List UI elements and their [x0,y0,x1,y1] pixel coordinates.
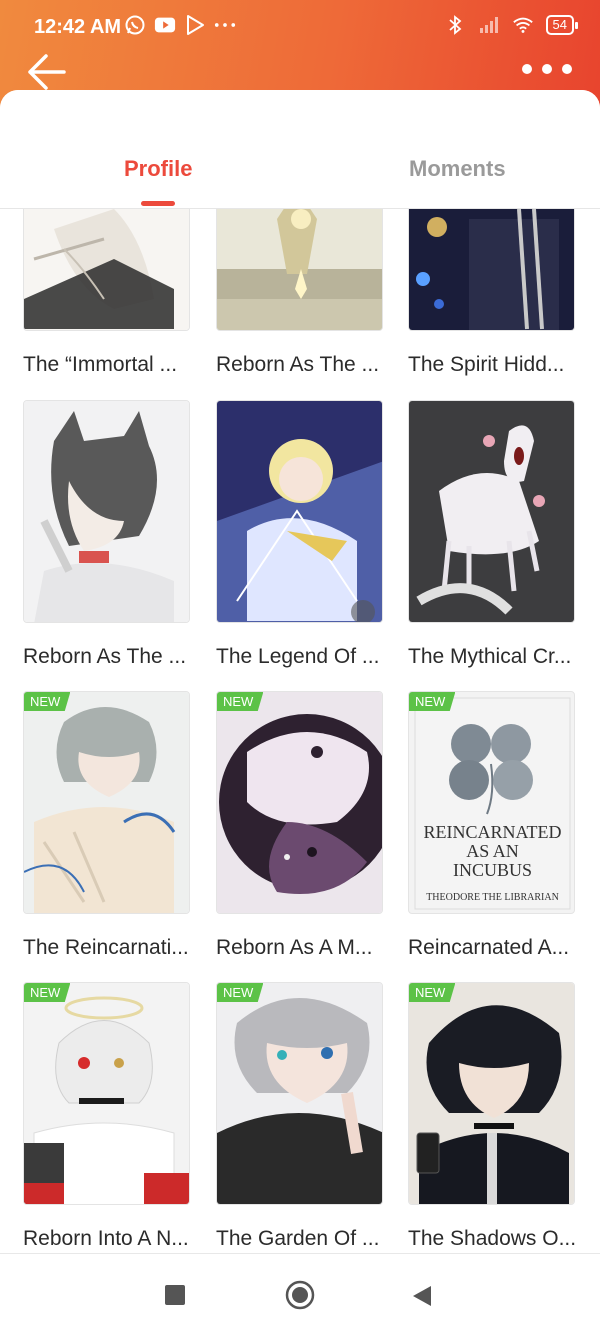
book-title[interactable]: The Shadows O... [408,1227,576,1251]
tab-profile[interactable]: Profile [124,156,192,182]
book-cover[interactable]: NEW [23,691,190,914]
new-badge: NEW [217,983,264,1002]
book-title[interactable]: The Mythical Cr... [408,645,571,669]
book-title[interactable]: Reborn Into A N... [23,1227,189,1251]
book-cover[interactable]: NEW [216,691,383,914]
book-title[interactable]: Reborn As The ... [23,645,186,669]
cover-title-line: INCUBUS [452,860,532,880]
battery-icon: 54 [545,15,579,35]
status-time: 12:42 AM [34,16,122,38]
book-cover[interactable]: REINCARNATED AS AN INCUBUS THEODORE THE … [408,691,575,914]
cover-title-line: REINCARNATED [423,822,562,842]
book-cover[interactable] [23,208,190,331]
back-button[interactable] [26,52,70,92]
new-badge: NEW [409,692,456,711]
book-cover[interactable] [408,400,575,623]
new-badge: NEW [24,692,71,711]
new-badge: NEW [217,692,264,711]
book-cover[interactable] [408,208,575,331]
status-bar: 12:42 AM 54 [0,0,600,56]
book-title[interactable]: The Spirit Hidd... [408,353,564,377]
book-cover[interactable] [216,400,383,623]
youtube-icon [154,14,176,36]
whatsapp-icon [124,14,146,36]
book-cover[interactable] [23,400,190,623]
book-title[interactable]: The “Immortal ... [23,353,177,377]
more-options-button[interactable] [522,64,572,74]
tab-moments[interactable]: Moments [409,156,506,182]
book-title[interactable]: The Garden Of ... [216,1227,379,1251]
bluetooth-icon [444,14,466,36]
cover-author: THEODORE THE LIBRARIAN [426,892,559,903]
circle-icon[interactable] [285,1280,315,1310]
play-store-icon [184,14,206,36]
signal-icon [478,14,500,36]
book-cover[interactable] [216,208,383,331]
new-badge: NEW [409,983,456,1002]
arrow-left-icon [28,54,66,90]
book-grid: The “Immortal ... Reborn As The ... The … [0,208,600,1253]
book-cover[interactable]: NEW [216,982,383,1205]
system-navigation-bar [0,1253,600,1334]
more-horizontal-icon [522,64,532,74]
book-title[interactable]: Reborn As A M... [216,936,372,960]
tab-bar: Profile Moments [0,90,600,209]
book-title[interactable]: The Legend Of ... [216,645,379,669]
more-dots-icon [214,14,236,36]
book-title[interactable]: The Reincarnati... [23,936,189,960]
triangle-back-icon[interactable] [412,1285,432,1307]
cover-title-line: AS AN [466,841,519,861]
active-tab-indicator [141,201,175,206]
book-title[interactable]: Reincarnated A... [408,936,569,960]
square-icon[interactable] [165,1285,185,1305]
book-title[interactable]: Reborn As The ... [216,353,379,377]
new-badge: NEW [24,983,71,1002]
wifi-icon [512,14,534,36]
book-cover[interactable]: NEW [408,982,575,1205]
book-cover[interactable]: NEW [23,982,190,1205]
